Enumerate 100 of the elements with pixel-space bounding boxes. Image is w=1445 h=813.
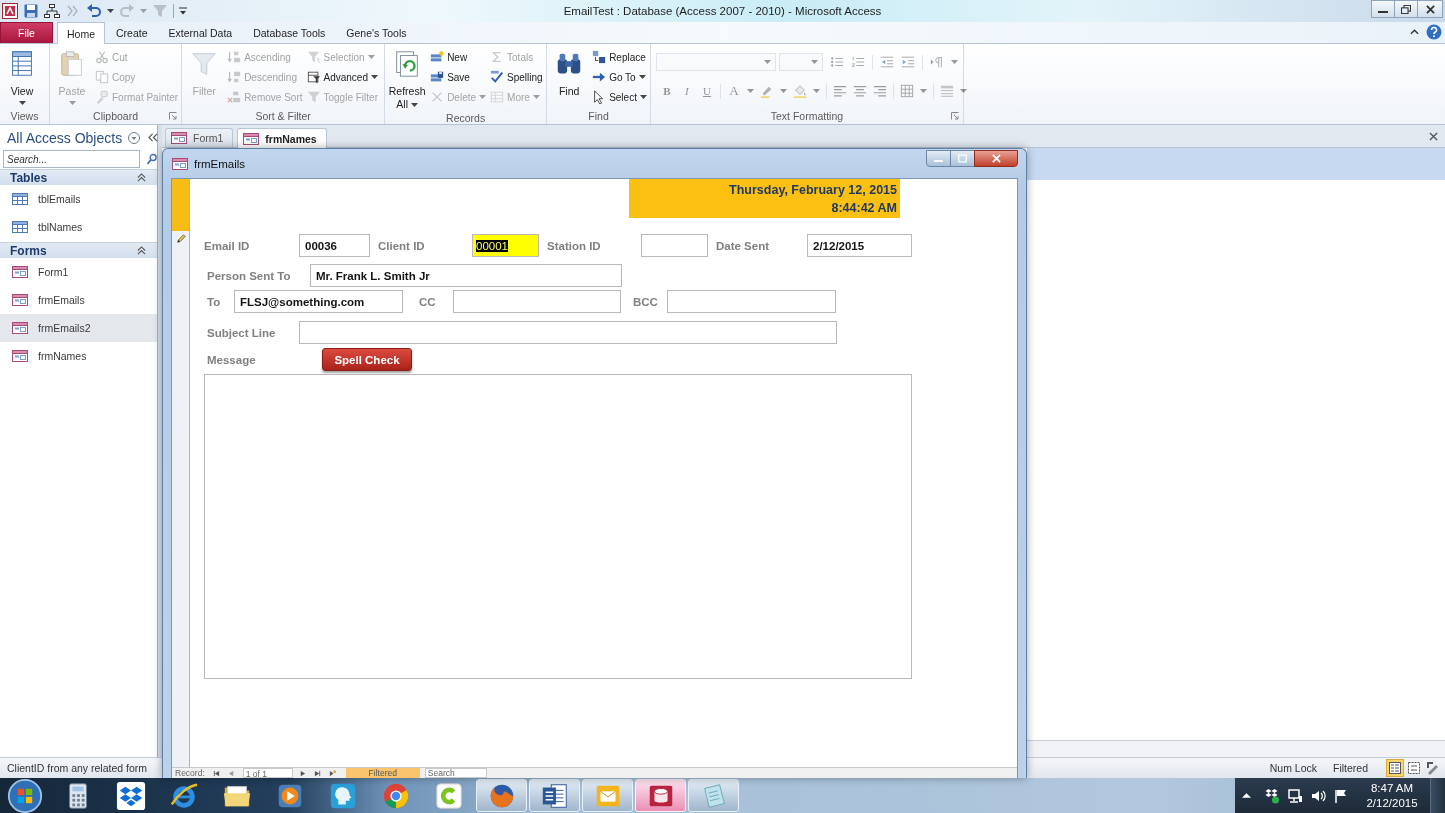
caret-icon (371, 75, 378, 79)
numbered-list-icon[interactable] (850, 55, 865, 69)
taskbar-button[interactable] (529, 779, 580, 812)
text-field[interactable] (641, 234, 708, 257)
close-button[interactable] (1417, 0, 1443, 18)
navigation-item[interactable]: frmNames (0, 342, 157, 370)
text-field[interactable] (299, 321, 837, 344)
collapse-ribbon-icon[interactable] (1410, 29, 1419, 35)
help-icon[interactable] (1426, 24, 1442, 40)
undo-icon[interactable] (86, 3, 102, 19)
maximize-button[interactable] (950, 150, 975, 167)
ribbon-tab[interactable]: Create (106, 22, 158, 43)
caret-icon[interactable] (959, 89, 967, 93)
text-field[interactable]: 00036 (299, 234, 370, 257)
field-label: Client ID (378, 239, 426, 252)
spell-check-button[interactable]: Spell Check (322, 348, 412, 371)
dropdown-circle-icon[interactable] (128, 131, 141, 144)
app-logo-icon[interactable] (2, 3, 18, 19)
search-field[interactable]: Search (424, 768, 487, 778)
record-number-field[interactable]: 1 of 1 (242, 768, 293, 778)
navigation-item[interactable]: Form1 (0, 258, 157, 286)
go-to-button[interactable]: Go To (591, 67, 648, 87)
align-right-icon[interactable] (872, 84, 887, 98)
caret-icon (367, 55, 375, 59)
text-field[interactable]: 00001 (472, 234, 539, 257)
taskbar-button[interactable] (476, 779, 527, 812)
align-center-icon[interactable] (852, 84, 867, 98)
form-view-icon[interactable] (1387, 760, 1403, 776)
advanced-button[interactable]: Advanced (305, 67, 379, 87)
highlighter-icon[interactable] (759, 84, 774, 98)
last-record-icon[interactable] (313, 769, 321, 777)
flag-icon[interactable] (1333, 787, 1349, 804)
ribbon-tab[interactable]: External Data (158, 22, 243, 43)
document-tab[interactable]: Form1 (165, 128, 234, 147)
view-button[interactable]: View (2, 45, 42, 105)
horizontal-scrollbar[interactable] (1027, 740, 1445, 757)
minimize-button[interactable] (1371, 0, 1395, 18)
replace-button[interactable]: Replace (591, 47, 648, 67)
collapse-pane-icon[interactable] (148, 133, 159, 142)
field-label: CC (419, 295, 437, 308)
ribbon-tab[interactable]: Database Tools (243, 22, 336, 43)
clock-time[interactable]: 8:47 AM (1370, 780, 1414, 796)
layout-view-icon[interactable] (1406, 760, 1422, 776)
text-field[interactable]: FLSJ@something.com (234, 290, 403, 313)
box-icon[interactable] (1264, 787, 1280, 804)
text-field[interactable]: Mr. Frank L. Smith Jr (310, 264, 622, 287)
close-icon[interactable] (1429, 132, 1438, 141)
group-label: Text Formatting (770, 109, 844, 122)
table-grid-icon (490, 90, 505, 104)
ribbon-tab[interactable]: Home (57, 22, 105, 44)
start-orb-icon[interactable] (7, 777, 43, 813)
navigation-item[interactable]: frmEmails2 (0, 314, 157, 342)
clock-date[interactable]: 2/12/2015 (1366, 795, 1418, 811)
filter-toggle-button[interactable]: Filtered (345, 768, 420, 778)
hierarchy-icon[interactable] (44, 3, 60, 19)
dialog-launcher-icon[interactable] (169, 112, 178, 120)
align-left-icon[interactable] (832, 84, 847, 98)
caret-icon (764, 60, 772, 64)
refresh-all-button[interactable]: Refresh All (387, 45, 428, 111)
search-icon[interactable] (146, 153, 158, 165)
customize-caret-icon[interactable] (179, 7, 187, 15)
caret-icon (532, 95, 540, 99)
text-field[interactable] (453, 290, 621, 313)
design-view-icon[interactable] (1425, 760, 1441, 776)
search-field[interactable]: Search... (3, 150, 140, 168)
navigation-item[interactable]: tblEmails (0, 185, 157, 213)
minimize-icon (934, 160, 943, 162)
taskbar-button[interactable] (635, 779, 686, 812)
message-field[interactable] (204, 374, 912, 679)
caret-icon[interactable] (107, 9, 114, 13)
group-header[interactable]: Forms (0, 242, 157, 258)
ribbon-tab[interactable]: Gene's Tools (336, 22, 417, 43)
app-icon[interactable] (433, 780, 464, 811)
first-record-icon[interactable] (212, 769, 220, 777)
navigation-item[interactable]: tblNames (0, 213, 157, 241)
save-button[interactable]: Save (429, 67, 488, 87)
replace-icon (592, 50, 607, 64)
restore-icon (1401, 4, 1411, 14)
text-field[interactable] (667, 290, 836, 313)
document-tab[interactable]: frmNames (237, 128, 327, 148)
new-record-icon[interactable] (328, 769, 336, 777)
bullet-list-icon[interactable] (829, 55, 844, 69)
paragraph-direction-icon[interactable] (929, 55, 944, 69)
field-label: Station ID (547, 239, 602, 252)
chevron-up-icon[interactable] (1242, 793, 1251, 798)
find-button[interactable]: Find (549, 45, 590, 98)
new-button[interactable]: New (429, 47, 488, 67)
group-label: Find (588, 109, 609, 122)
sort-descending-icon (227, 70, 242, 84)
group-header[interactable]: Tables (0, 169, 157, 185)
spelling-button[interactable]: Spelling (489, 67, 544, 87)
navigation-item[interactable]: frmEmails (0, 286, 157, 314)
select-button[interactable]: Select (591, 87, 648, 107)
file-tab[interactable]: File (0, 22, 53, 43)
box-icon[interactable] (115, 780, 146, 811)
text-field[interactable]: 2/12/2015 (807, 234, 912, 257)
network-icon[interactable] (1287, 787, 1303, 804)
close-button[interactable] (974, 150, 1018, 167)
restore-button[interactable] (1394, 0, 1418, 18)
gridlines-icon[interactable] (899, 84, 914, 98)
